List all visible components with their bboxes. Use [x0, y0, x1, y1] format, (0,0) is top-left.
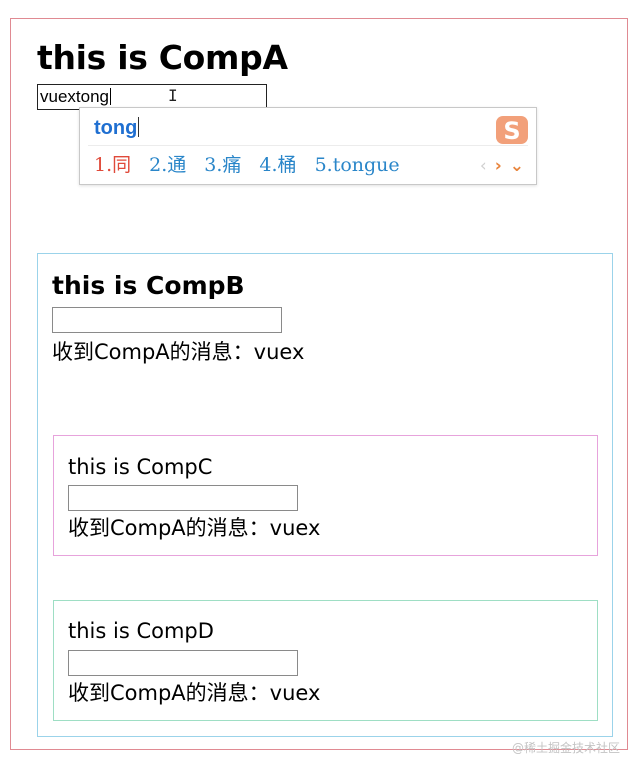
ime-divider — [88, 145, 528, 146]
compb-message: 收到CompA的消息：vuex — [52, 340, 305, 364]
ime-candidate-window: tong S 1.同 2.通 3.痛 4.桶 5.tongue ‹ › ⌄ — [79, 107, 537, 185]
ime-caret — [138, 117, 140, 137]
ime-pinyin-text: tong — [94, 117, 138, 139]
ime-candidate-list: 1.同 2.通 3.痛 4.桶 5.tongue — [94, 152, 400, 178]
compc-title: this is CompC — [68, 455, 213, 479]
ime-expand-icon[interactable]: ⌄ — [510, 156, 524, 176]
compd-title: this is CompD — [68, 619, 214, 643]
page: this is CompA vuextong I tong S 1.同 2.通 … — [0, 0, 640, 777]
sogou-logo-icon: S — [496, 116, 528, 145]
ime-candidate-1[interactable]: 1.同 — [94, 152, 131, 178]
ime-navigation: ‹ › ⌄ — [480, 156, 524, 176]
ime-candidate-5[interactable]: 5.tongue — [315, 152, 400, 178]
compc-message: 收到CompA的消息：vuex — [68, 516, 321, 540]
compa-title: this is CompA — [37, 38, 288, 77]
compa-input-value: vuextong — [40, 87, 109, 106]
ibeam-cursor-icon: I — [168, 86, 178, 105]
ime-next-page-icon[interactable]: › — [495, 156, 502, 176]
compd-message: 收到CompA的消息：vuex — [68, 681, 321, 705]
ime-candidate-4[interactable]: 4.桶 — [259, 152, 296, 178]
ime-candidate-2[interactable]: 2.通 — [149, 152, 186, 178]
ime-prev-page-icon[interactable]: ‹ — [480, 156, 487, 176]
compb-title: this is CompB — [52, 271, 245, 300]
compb-input[interactable] — [52, 307, 282, 333]
watermark: @稀土掘金技术社区 — [511, 741, 620, 755]
compd-input[interactable] — [68, 650, 298, 676]
ime-candidate-3[interactable]: 3.痛 — [204, 152, 241, 178]
text-cursor — [110, 88, 111, 105]
sogou-logo-letter: S — [503, 117, 520, 145]
compc-input[interactable] — [68, 485, 298, 511]
ime-pinyin: tong — [94, 116, 140, 140]
